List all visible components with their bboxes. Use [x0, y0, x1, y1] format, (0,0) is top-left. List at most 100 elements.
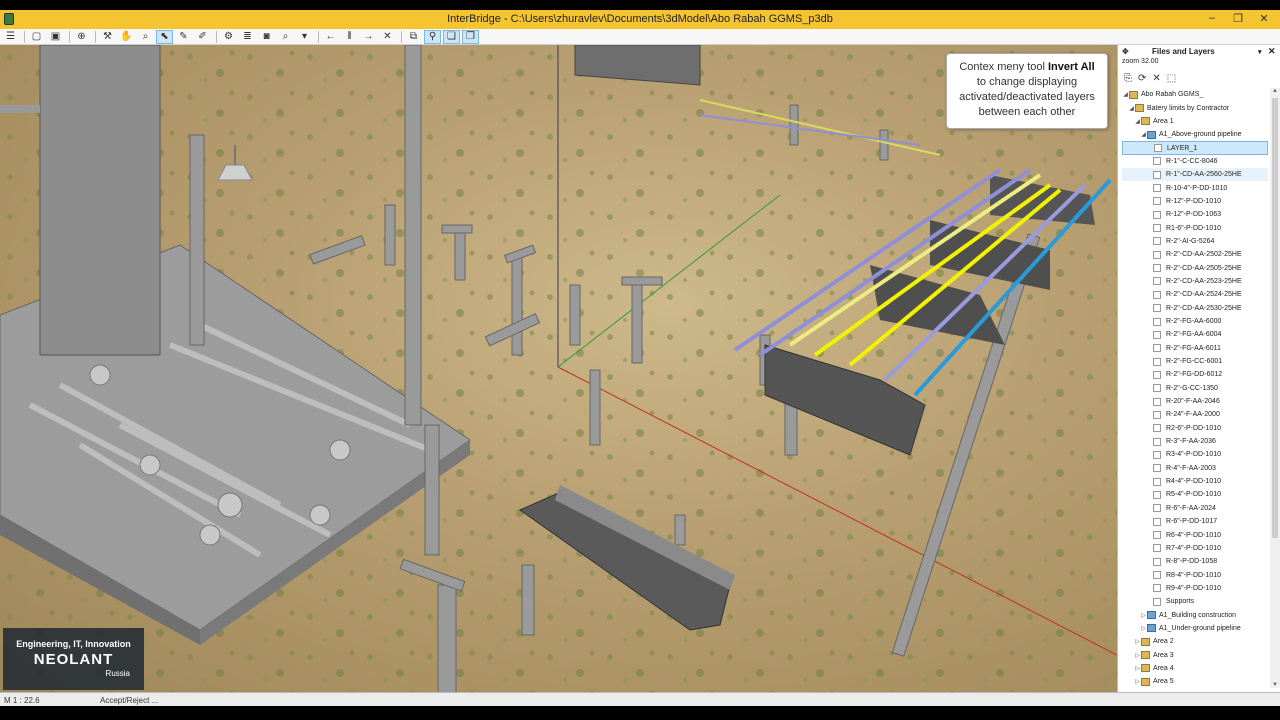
scroll-thumb[interactable]	[1272, 98, 1278, 538]
layers-icon[interactable]: ≣	[239, 30, 256, 44]
layer-checkbox[interactable]	[1153, 490, 1161, 499]
layer-item[interactable]: R-4"-F-AA-2003	[1122, 462, 1268, 475]
layer-item[interactable]: R-1"-CD-AA-2560-25HE	[1122, 168, 1268, 182]
layer-item[interactable]: R-6"-P-DD-1017	[1122, 515, 1268, 528]
edit-icon[interactable]: ✐	[194, 30, 211, 44]
pan-icon[interactable]: ✋	[118, 30, 135, 44]
3d-scene[interactable]	[0, 45, 1117, 692]
target-icon[interactable]: ⊕	[73, 30, 90, 44]
arrow-left-icon[interactable]: ←	[322, 30, 339, 44]
layer-item[interactable]: Supports	[1122, 595, 1268, 608]
layer-item[interactable]: R2-6"-P-DD-1010	[1122, 422, 1268, 435]
zoom-extent-icon[interactable]: ⌕	[277, 30, 294, 44]
tree-node[interactable]: ◢ A1_Above-ground pipeline	[1122, 128, 1268, 141]
layer-item[interactable]: R-2"-FG-AA-6000	[1122, 315, 1268, 328]
layer-item[interactable]: R4-4"-P-DD-1010	[1122, 475, 1268, 488]
layer-checkbox[interactable]	[1153, 184, 1161, 193]
layer-checkbox[interactable]	[1153, 197, 1161, 206]
layer-checkbox[interactable]	[1153, 330, 1161, 339]
layer-item[interactable]: R-2"-AI-G-5264	[1122, 235, 1268, 248]
layer-checkbox[interactable]	[1153, 504, 1161, 513]
3d-viewport[interactable]	[0, 45, 1117, 692]
layer-item[interactable]: R-10-4"-P-DD-1010	[1122, 181, 1268, 194]
layer-checkbox[interactable]	[1153, 597, 1161, 606]
layer-item[interactable]: R-2"-G-CC-1350	[1122, 382, 1268, 395]
layer-checkbox[interactable]	[1153, 544, 1161, 553]
layer-item[interactable]: R-8"-P-DD-1058	[1122, 555, 1268, 568]
layer-item[interactable]: R-2"-CD-AA-2523-25HE	[1122, 275, 1268, 288]
layer-checkbox[interactable]	[1153, 557, 1161, 566]
menu-icon[interactable]: ☰	[2, 30, 19, 44]
layer-item[interactable]: R-1"-C-CC-8046	[1122, 155, 1268, 168]
zoom-icon[interactable]: ⌕	[137, 30, 154, 44]
brush-icon[interactable]: ⚒	[99, 30, 116, 44]
remove-icon[interactable]: ✕	[1152, 73, 1160, 84]
layer-checkbox[interactable]	[1153, 370, 1161, 379]
layer-checkbox[interactable]	[1153, 437, 1161, 446]
expand-caret-icon[interactable]: ◢	[1128, 105, 1135, 112]
pin-icon[interactable]: ✥	[1122, 47, 1132, 56]
image-icon[interactable]: ▣	[47, 30, 64, 44]
layer-item[interactable]: LAYER_1	[1122, 141, 1268, 155]
tree-node[interactable]: ▷ A1_Building construction	[1122, 608, 1268, 621]
layer-item[interactable]: R-3"-F-AA-2036	[1122, 435, 1268, 448]
layer-item[interactable]: R-24"-F-AA-2000	[1122, 408, 1268, 421]
dropdown-icon[interactable]: ▾	[296, 30, 313, 44]
layer-checkbox[interactable]	[1153, 237, 1161, 246]
tree-node[interactable]: ◢ Batery limits by Contractor	[1122, 101, 1268, 114]
close-window-button[interactable]: ✕	[1256, 12, 1272, 25]
layer-checkbox[interactable]	[1153, 357, 1161, 366]
layer-checkbox[interactable]	[1153, 531, 1161, 540]
layer-item[interactable]: R7-4"-P-DD-1010	[1122, 542, 1268, 555]
layer-checkbox[interactable]	[1153, 517, 1161, 526]
scroll-down-icon[interactable]: ▼	[1270, 682, 1280, 688]
tree-node[interactable]: ◢ Area 1	[1122, 115, 1268, 128]
layer-checkbox[interactable]	[1154, 144, 1162, 153]
layer-item[interactable]: R-2"-FG-DD-6012	[1122, 368, 1268, 381]
layer-item[interactable]: R6-4"-P-DD-1010	[1122, 528, 1268, 541]
layer-checkbox[interactable]	[1153, 397, 1161, 406]
panel-menu-icon[interactable]: ▾	[1258, 48, 1268, 56]
copy-alt-icon[interactable]: ❐	[462, 29, 479, 44]
tree-node[interactable]: ◢ Abo Rabah GGMS_	[1122, 88, 1268, 101]
layer-item[interactable]: R3-4"-P-DD-1010	[1122, 448, 1268, 461]
panel-close-icon[interactable]: ✕	[1268, 46, 1280, 57]
layer-checkbox[interactable]	[1153, 571, 1161, 580]
layer-checkbox[interactable]	[1153, 250, 1161, 259]
tree-node[interactable]: ▷ Area 4	[1122, 662, 1268, 675]
frame-icon[interactable]: ⧉	[405, 30, 422, 44]
tree-node[interactable]: ▷ Area 3	[1122, 648, 1268, 661]
tree-scrollbar[interactable]: ▲ ▼	[1270, 88, 1280, 688]
expand-caret-icon[interactable]: ◢	[1122, 91, 1129, 98]
layer-checkbox[interactable]	[1153, 424, 1161, 433]
add-file-icon[interactable]: ⎘	[1124, 73, 1132, 84]
layer-checkbox[interactable]	[1153, 384, 1161, 393]
layer-checkbox[interactable]	[1153, 290, 1161, 299]
select-icon[interactable]: ⬉	[156, 29, 173, 44]
expand-caret-icon[interactable]: ◢	[1134, 118, 1141, 125]
tree-node[interactable]: ▷ Area 5	[1122, 675, 1268, 688]
layer-checkbox[interactable]	[1153, 344, 1161, 353]
layer-item[interactable]: R-12"-P-DD-1010	[1122, 195, 1268, 208]
expand-caret-icon[interactable]: ▷	[1134, 652, 1141, 659]
layer-checkbox[interactable]	[1153, 210, 1161, 219]
copy-icon[interactable]: ❏	[443, 29, 460, 44]
select-frame-icon[interactable]: ⬚	[1167, 73, 1176, 84]
scroll-up-icon[interactable]: ▲	[1270, 88, 1280, 94]
layer-checkbox[interactable]	[1153, 410, 1161, 419]
maximize-button[interactable]: ❐	[1230, 12, 1246, 25]
layer-checkbox[interactable]	[1153, 157, 1161, 166]
minimize-button[interactable]: –	[1204, 12, 1220, 25]
open-icon[interactable]: ▢	[28, 30, 45, 44]
layer-item[interactable]: R-2"-CD-AA-2524-25HE	[1122, 288, 1268, 301]
tree-node[interactable]: ▷ Area 2	[1122, 635, 1268, 648]
expand-caret-icon[interactable]: ◢	[1140, 131, 1147, 138]
split-icon[interactable]: ⫴	[341, 30, 358, 44]
layer-item[interactable]: R1-6"-P-DD-1010	[1122, 221, 1268, 234]
pin-icon[interactable]: ⚲	[424, 29, 441, 44]
pencil-icon[interactable]: ✎	[175, 30, 192, 44]
layer-item[interactable]: R-2"-FG-AA-6004	[1122, 328, 1268, 341]
layer-checkbox[interactable]	[1153, 450, 1161, 459]
expand-caret-icon[interactable]: ▷	[1134, 638, 1141, 645]
layer-item[interactable]: R-20"-F-AA-2046	[1122, 395, 1268, 408]
